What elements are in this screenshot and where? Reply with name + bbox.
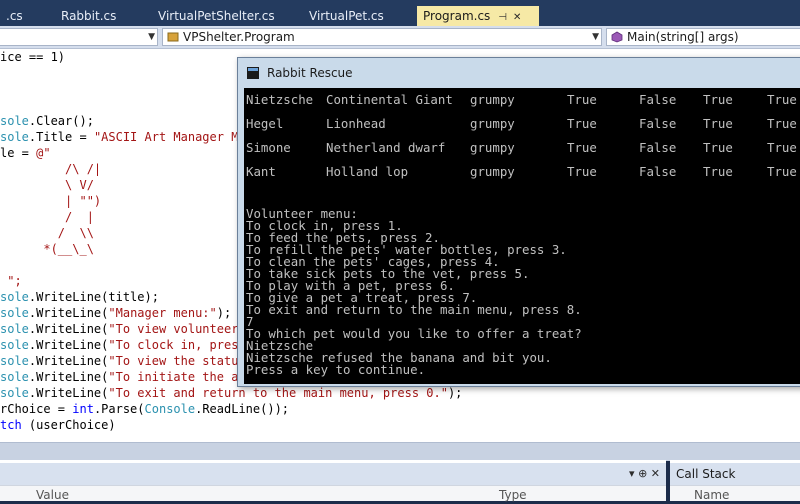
pet-cell: Continental Giant — [326, 92, 453, 107]
console-app-icon — [247, 67, 259, 79]
column-name[interactable]: Name — [694, 486, 729, 504]
pet-cell: Kant — [246, 164, 276, 179]
pet-cell: False — [639, 92, 677, 107]
pet-cell: False — [639, 164, 677, 179]
namespace-dropdown[interactable]: ▼ — [0, 28, 158, 46]
tab-partial[interactable]: .cs — [0, 6, 42, 26]
pet-cell: Nietzsche — [246, 92, 314, 107]
console-text: Nietzsche Continental Giant grumpy True Fals… — [246, 88, 797, 376]
console-line: Press a key to continue. — [246, 362, 426, 377]
call-stack-title: Call Stack — [676, 467, 736, 481]
call-stack-pane: Call Stack Name — [670, 460, 800, 504]
pet-cell: False — [639, 140, 677, 155]
pet-cell: True — [703, 140, 733, 155]
code-line: tch (userChoice) — [0, 418, 116, 432]
chevron-down-icon: ▼ — [592, 32, 599, 42]
pin-icon[interactable]: ⊣ — [498, 12, 507, 23]
call-stack-column-header: Name — [670, 485, 800, 504]
locals-pane: ▾ ⊕ ✕ Value Type — [0, 460, 666, 504]
member-dropdown[interactable]: Main(string[] args) — [606, 28, 800, 46]
console-output: Nietzsche Continental Giant grumpy True Fals… — [244, 88, 800, 384]
tab-label: Program.cs — [423, 9, 491, 23]
class-dropdown[interactable]: VPShelter.Program ▼ — [162, 28, 602, 46]
pet-cell: grumpy — [470, 140, 515, 155]
pet-row: Kant Holland lop grumpy True False True True — [246, 160, 800, 184]
tab-label: VirtualPetShelter.cs — [158, 9, 275, 23]
pet-cell: False — [639, 116, 677, 131]
console-window[interactable]: Rabbit Rescue Nietzsche Continental Giant… — [237, 57, 800, 387]
tab-label: VirtualPet.cs — [309, 9, 384, 23]
pet-cell: True — [703, 164, 733, 179]
call-stack-header: Call Stack — [670, 463, 800, 485]
tab-rabbit[interactable]: Rabbit.cs — [55, 6, 145, 26]
pet-cell: True — [567, 140, 597, 155]
editor-horizontal-scrollbar[interactable] — [0, 442, 800, 461]
tab-label: Rabbit.cs — [61, 9, 117, 23]
member-label: Main(string[] args) — [627, 30, 739, 44]
document-tab-strip: .cs Rabbit.cs VirtualPetShelter.cs Virtu… — [0, 0, 800, 26]
pet-cell: Simone — [246, 140, 291, 155]
pet-cell: grumpy — [470, 164, 515, 179]
tab-virtualpet[interactable]: VirtualPet.cs — [303, 6, 413, 26]
pet-cell: True — [567, 164, 597, 179]
pet-cell: True — [703, 92, 733, 107]
pet-cell: True — [703, 116, 733, 131]
pet-cell: True — [567, 116, 597, 131]
column-value[interactable]: Value — [36, 486, 69, 504]
pet-cell: True — [767, 92, 797, 107]
tab-program[interactable]: Program.cs ⊣ ✕ — [417, 6, 539, 26]
code-line: rChoice = int.Parse(Console.ReadLine()); — [0, 402, 290, 416]
pet-cell: True — [767, 140, 797, 155]
pane-controls-icon[interactable]: ▾ ⊕ ✕ — [629, 463, 660, 485]
pet-row: Nietzsche Continental Giant grumpy True Fals… — [246, 88, 800, 112]
locals-pane-header: ▾ ⊕ ✕ — [0, 463, 666, 485]
pet-cell: grumpy — [470, 116, 515, 131]
method-icon — [611, 31, 623, 43]
console-titlebar[interactable]: Rabbit Rescue — [238, 58, 800, 86]
class-label: VPShelter.Program — [183, 30, 295, 44]
locals-column-header: Value Type — [0, 485, 666, 504]
pet-row: Simone Netherland dwarf grumpy True False Tru… — [246, 136, 800, 160]
tab-label: .cs — [6, 9, 23, 23]
column-type[interactable]: Type — [499, 486, 527, 504]
class-icon — [167, 32, 179, 42]
pet-cell: True — [767, 164, 797, 179]
pet-cell: Netherland dwarf — [326, 140, 446, 155]
navigation-bar: ▼ VPShelter.Program ▼ Main(string[] args… — [0, 26, 800, 49]
volunteer-menu: Volunteer menu: To clock in, press 1. To f… — [246, 207, 582, 377]
tab-virtualpetshelter[interactable]: VirtualPetShelter.cs — [152, 6, 292, 26]
code-line: sole.WriteLine("To exit and return to th… — [0, 386, 463, 400]
pet-cell: True — [767, 116, 797, 131]
chevron-down-icon: ▼ — [148, 32, 155, 42]
pet-cell: True — [567, 92, 597, 107]
pet-cell: grumpy — [470, 92, 515, 107]
pet-cell: Holland lop — [326, 164, 409, 179]
close-tab-icon[interactable]: ✕ — [513, 12, 521, 23]
pet-row: Hegel Lionhead grumpy True False True True — [246, 112, 800, 136]
pet-cell: Hegel — [246, 116, 284, 131]
pet-cell: Lionhead — [326, 116, 386, 131]
console-line: To exit and return to the main menu, pre… — [246, 302, 582, 317]
console-title: Rabbit Rescue — [267, 66, 353, 80]
pet-table: Nietzsche Continental Giant grumpy True Fals… — [246, 88, 800, 184]
